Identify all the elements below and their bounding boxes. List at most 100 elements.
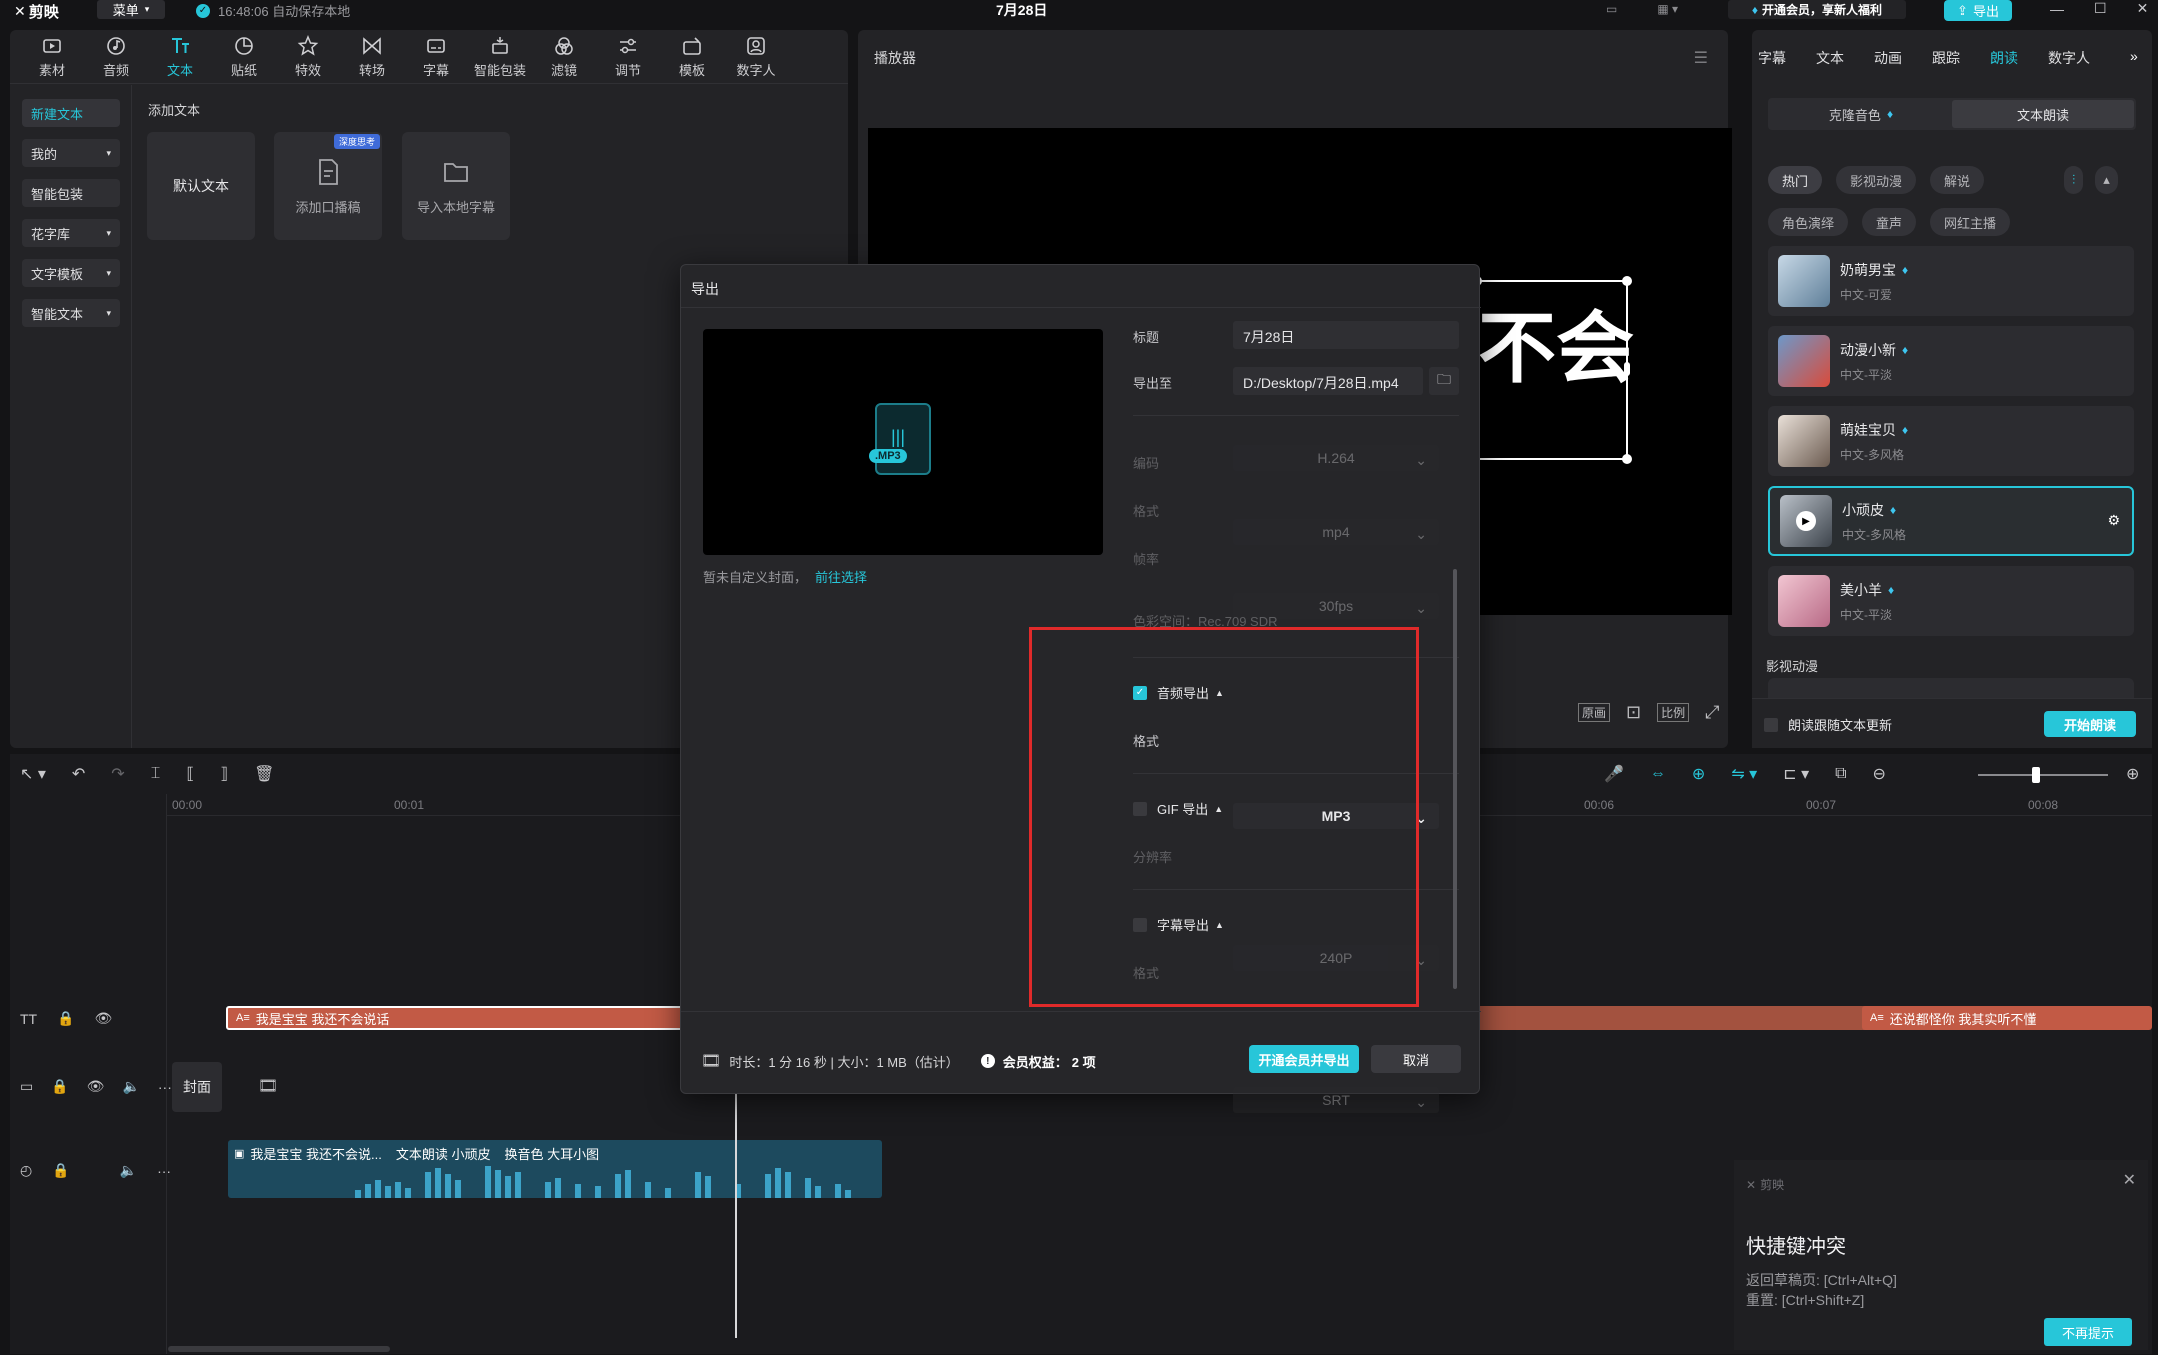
menu-icon[interactable]: ☰ bbox=[1694, 48, 1708, 68]
tab-digital-human[interactable]: 数字人 bbox=[724, 31, 788, 83]
sidebar-item-new-text[interactable]: 新建文本 bbox=[22, 99, 120, 127]
filter-icon[interactable]: ⫶ bbox=[2064, 166, 2084, 194]
tab-adjust[interactable]: 调节 bbox=[596, 31, 660, 83]
tab-digital-human[interactable]: 数字人 bbox=[2048, 48, 2090, 68]
tab-subtitle[interactable]: 字幕 bbox=[1758, 48, 1786, 68]
filter-film-anime[interactable]: 影视动漫 bbox=[1836, 166, 1917, 194]
text-clip[interactable]: A≡ 还说都怪你 我其实听不懂 bbox=[1862, 1006, 2152, 1030]
horizontal-scrollbar[interactable] bbox=[168, 1346, 390, 1352]
clone-voice-tab[interactable]: 克隆音色 ♦ bbox=[1770, 100, 1952, 128]
text-reading-tab[interactable]: 文本朗读 bbox=[1952, 100, 2134, 128]
vip-promo-button[interactable]: ♦ 开通会员，享新人福利 bbox=[1728, 0, 1906, 19]
chevron-right-icon[interactable]: » bbox=[2130, 48, 2138, 64]
codec-select[interactable]: H.264 ⌄ bbox=[1233, 445, 1439, 471]
filter-influencer[interactable]: 网红主播 bbox=[1930, 208, 2011, 236]
resize-handle[interactable] bbox=[1622, 454, 1632, 464]
add-script-card[interactable]: 深度思考 添加口播稿 bbox=[274, 132, 382, 240]
lock-icon[interactable]: 🔒 bbox=[57, 1010, 74, 1027]
filter-role-play[interactable]: 角色演绎 bbox=[1768, 208, 1849, 236]
tab-audio[interactable]: 音频 bbox=[84, 31, 148, 83]
eye-icon[interactable]: 👁 bbox=[95, 1010, 113, 1027]
voice-item-partial[interactable] bbox=[1768, 678, 2134, 700]
tab-animation[interactable]: 动画 bbox=[1874, 48, 1902, 68]
tab-smart-package[interactable]: 智能包装 bbox=[468, 31, 532, 83]
split-right-icon[interactable]: ⟧ bbox=[220, 764, 228, 784]
sidebar-item-text-template[interactable]: 文字模板 ▾ bbox=[22, 259, 120, 287]
filter-hot[interactable]: 热门 bbox=[1768, 166, 1823, 194]
original-quality-button[interactable]: 原画 bbox=[1578, 703, 1611, 722]
dialog-scrollbar[interactable] bbox=[1453, 569, 1457, 989]
zoom-slider[interactable] bbox=[1978, 767, 2108, 783]
maximize-icon[interactable]: ☐ bbox=[2094, 0, 2107, 17]
close-icon[interactable]: ✕ bbox=[2137, 0, 2149, 17]
tab-material[interactable]: 素材 bbox=[20, 31, 84, 83]
snap-icon[interactable]: ⇋ ▾ bbox=[1731, 764, 1757, 784]
align-icon[interactable]: ⊏ ▾ bbox=[1783, 764, 1809, 784]
format-select[interactable]: mp4 ⌄ bbox=[1233, 519, 1439, 545]
menu-button[interactable]: 菜单 ▾ bbox=[97, 0, 165, 19]
minimize-icon[interactable]: — bbox=[2050, 1, 2064, 17]
default-text-card[interactable]: 默认文本 bbox=[147, 132, 255, 240]
sidebar-item-smart-text[interactable]: 智能文本 ▾ bbox=[22, 299, 120, 327]
undo-icon[interactable]: ↶ bbox=[72, 764, 85, 784]
voice-item[interactable]: 萌娃宝贝 ♦ 中文-多风格 bbox=[1768, 406, 2134, 476]
import-subtitle-card[interactable]: 导入本地字幕 bbox=[402, 132, 510, 240]
voice-item-selected[interactable]: ▶ 小顽皮 ♦ 中文-多风格 ⚙ bbox=[1768, 486, 2134, 556]
speaker-icon[interactable]: 🔈 bbox=[122, 1078, 139, 1095]
voice-item[interactable]: 奶萌男宝 ♦ 中文-可爱 bbox=[1768, 246, 2134, 316]
tab-effects[interactable]: 特效 bbox=[276, 31, 340, 83]
playhead[interactable] bbox=[735, 1090, 737, 1338]
audio-clip[interactable]: ▣ 我是宝宝 我还不会说... 文本朗读 小顽皮 换音色 大耳小图 bbox=[228, 1140, 882, 1198]
play-icon[interactable]: ▶ bbox=[1796, 511, 1816, 531]
delete-icon[interactable]: 🗑 bbox=[254, 764, 274, 784]
cover-button[interactable]: 封面 bbox=[172, 1062, 222, 1112]
focus-icon[interactable]: ⊡ bbox=[1626, 702, 1641, 723]
tab-transition[interactable]: 转场 bbox=[340, 31, 404, 83]
eye-icon[interactable]: 👁 bbox=[87, 1078, 105, 1095]
ratio-button[interactable]: 比例 bbox=[1657, 703, 1690, 722]
sidebar-item-mine[interactable]: 我的 ▾ bbox=[22, 139, 120, 167]
microphone-icon[interactable]: 🎤 bbox=[1604, 764, 1624, 784]
filter-narration[interactable]: 解说 bbox=[1930, 166, 1985, 194]
collapse-icon[interactable]: ▴ bbox=[2095, 166, 2118, 194]
cover-preview[interactable]: ||| .MP3 bbox=[703, 329, 1103, 555]
zoom-out-icon[interactable]: ⊖ bbox=[1873, 764, 1886, 784]
settings-sliders-icon[interactable]: ⚙ bbox=[2107, 512, 2120, 529]
tab-reading[interactable]: 朗读 bbox=[1990, 48, 2018, 68]
fullscreen-icon[interactable]: ⤢ bbox=[1705, 702, 1719, 723]
close-icon[interactable]: ✕ bbox=[2123, 1170, 2136, 1190]
zoom-in-icon[interactable]: ⊕ bbox=[2126, 764, 2139, 784]
preview-axis-icon[interactable]: ⧉ bbox=[1835, 765, 1846, 783]
text-clip-fill[interactable] bbox=[1480, 1006, 1872, 1030]
speaker-icon[interactable]: 🔈 bbox=[120, 1162, 137, 1179]
lock-icon[interactable]: 🔒 bbox=[52, 1162, 69, 1179]
split-left-icon[interactable]: ⟦ bbox=[186, 764, 194, 784]
start-reading-button[interactable]: 开始朗读 bbox=[2044, 711, 2136, 737]
subtitle-format-select[interactable]: SRT ⌄ bbox=[1233, 1087, 1439, 1113]
tab-filter[interactable]: 滤镜 bbox=[532, 31, 596, 83]
checkbox[interactable] bbox=[1764, 717, 1778, 732]
redo-icon[interactable]: ↷ bbox=[111, 764, 124, 784]
tab-sticker[interactable]: 贴纸 bbox=[212, 31, 276, 83]
lock-icon[interactable]: 🔒 bbox=[51, 1078, 68, 1095]
tab-subtitle[interactable]: 字幕 bbox=[404, 31, 468, 83]
sidebar-item-smart-package[interactable]: 智能包装 bbox=[22, 179, 120, 207]
cancel-button[interactable]: 取消 bbox=[1371, 1045, 1461, 1073]
export-button[interactable]: ⇪ 导出 bbox=[1944, 0, 2012, 21]
filter-child-voice[interactable]: 童声 bbox=[1862, 208, 1917, 236]
layout-icon[interactable]: ▭ bbox=[1606, 2, 1617, 16]
magnet-icon[interactable]: ⊕ bbox=[1692, 764, 1705, 784]
tab-text[interactable]: 文本 bbox=[148, 31, 212, 83]
more-icon[interactable]: ··· bbox=[157, 1163, 171, 1179]
link-icon[interactable]: ⇔ bbox=[1650, 765, 1666, 783]
resize-handle[interactable] bbox=[1622, 276, 1632, 286]
zoom-slider-handle[interactable] bbox=[2032, 767, 2040, 783]
dont-show-again-button[interactable]: 不再提示 bbox=[2044, 1318, 2132, 1346]
voice-item[interactable]: 动漫小新 ♦ 中文-平淡 bbox=[1768, 326, 2134, 396]
text-clip[interactable]: A≡ 我是宝宝 我还不会说话 bbox=[226, 1006, 696, 1030]
cursor-icon[interactable]: ↖ ▾ bbox=[20, 764, 46, 784]
tab-template[interactable]: 模板 bbox=[660, 31, 724, 83]
tab-tracking[interactable]: 跟踪 bbox=[1932, 48, 1960, 68]
more-icon[interactable]: ··· bbox=[158, 1079, 172, 1095]
sidebar-item-fancy-text[interactable]: 花字库 ▾ bbox=[22, 219, 120, 247]
